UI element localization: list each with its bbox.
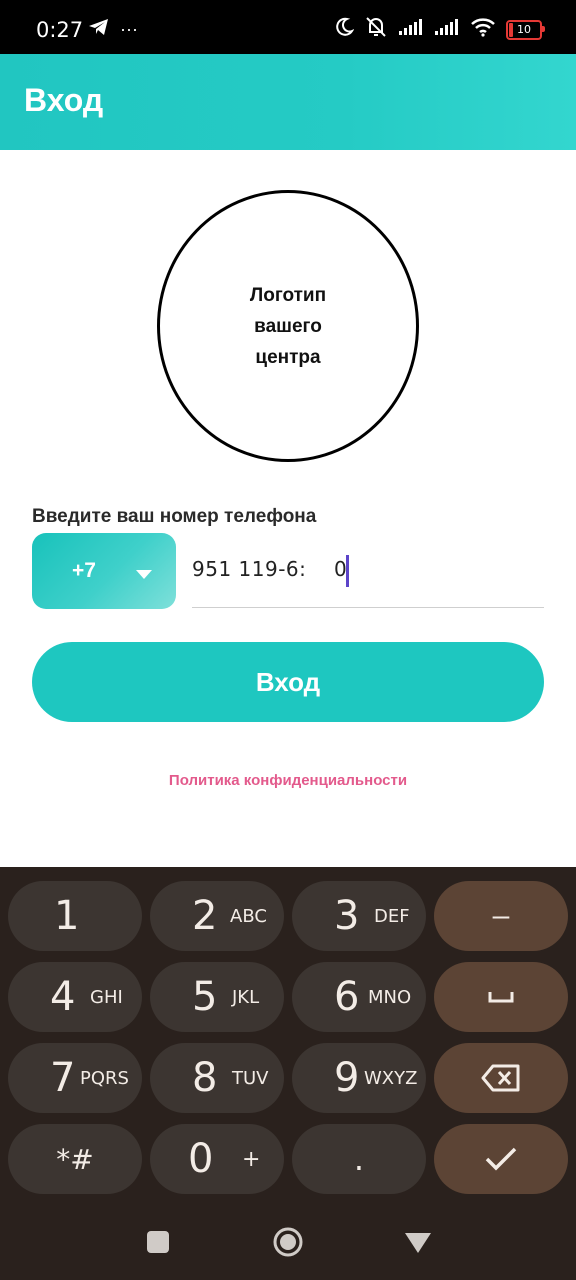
- status-bar: 0:27 ··· 10: [0, 0, 576, 54]
- phone-input[interactable]: 951 119-6: 0: [192, 545, 544, 608]
- signal-icon: [434, 18, 460, 41]
- login-button[interactable]: Вход: [32, 642, 544, 722]
- key-8[interactable]: 8 TUV: [150, 1043, 284, 1113]
- backspace-icon: [434, 1043, 568, 1113]
- key-6[interactable]: 6 MNO: [292, 962, 426, 1032]
- battery-icon: 10: [506, 19, 545, 40]
- battery-level: 10: [517, 23, 531, 36]
- moon-icon: [334, 17, 355, 42]
- done-key[interactable]: [434, 1124, 568, 1194]
- key-4[interactable]: 4 GHI: [8, 962, 142, 1032]
- key-5[interactable]: 5 JKL: [150, 962, 284, 1032]
- chevron-down-icon: [136, 566, 152, 584]
- key-1[interactable]: 1: [8, 881, 142, 951]
- more-icon: ···: [120, 19, 138, 39]
- minus-key[interactable]: –: [434, 881, 568, 951]
- country-code-dropdown[interactable]: +7: [32, 533, 176, 609]
- key-3[interactable]: 3 DEF: [292, 881, 426, 951]
- phone-input-value: 951 119-6:: [192, 557, 307, 581]
- logo-text-line3: центра: [255, 346, 321, 368]
- phone-label: Введите ваш номер телефона: [32, 506, 317, 527]
- wifi-icon: [470, 17, 496, 42]
- page-title: Вход: [24, 82, 104, 118]
- privacy-policy-link[interactable]: Политика конфиденциальности: [0, 772, 576, 789]
- app-bar: Вход: [0, 54, 576, 150]
- key-star-hash[interactable]: *#: [8, 1124, 142, 1194]
- center-logo: Логотип вашего центра: [157, 190, 419, 462]
- logo-text-line1: Логотип: [249, 284, 327, 306]
- check-icon: [434, 1124, 568, 1194]
- backspace-key[interactable]: [434, 1043, 568, 1113]
- text-caret: [346, 555, 349, 587]
- signal-icon: [398, 18, 424, 41]
- space-key[interactable]: [434, 962, 568, 1032]
- logo-text-line2: вашего: [254, 315, 322, 337]
- key-dot[interactable]: .: [292, 1124, 426, 1194]
- phone-input-value-end: 0: [334, 557, 347, 581]
- key-0[interactable]: 0 +: [150, 1124, 284, 1194]
- space-icon: [434, 962, 568, 1032]
- home-button[interactable]: [272, 1226, 304, 1263]
- navigation-bar: [0, 1204, 576, 1280]
- status-time: 0:27: [36, 18, 84, 42]
- recent-apps-button[interactable]: [146, 1230, 170, 1259]
- key-9[interactable]: 9 WXYZ: [292, 1043, 426, 1113]
- telegram-icon: [88, 18, 110, 41]
- country-code: +7: [72, 559, 96, 582]
- muted-bell-icon: [364, 16, 388, 43]
- key-2[interactable]: 2 ABC: [150, 881, 284, 951]
- back-button[interactable]: [404, 1232, 432, 1259]
- key-7[interactable]: 7 PQRS: [8, 1043, 142, 1113]
